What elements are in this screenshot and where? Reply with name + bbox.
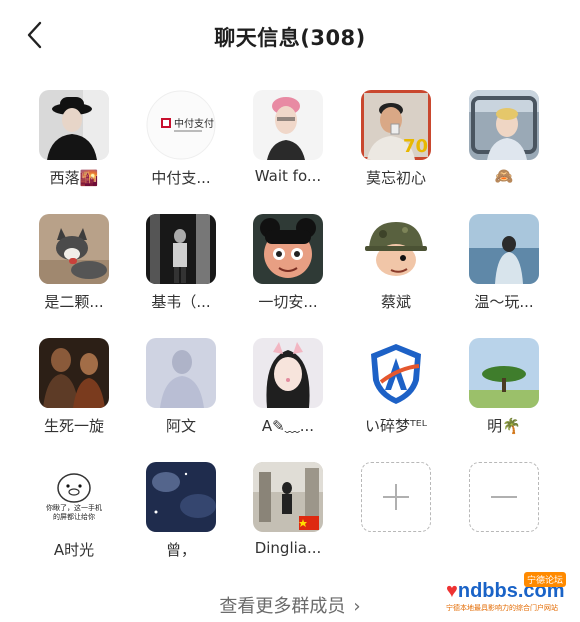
member-name: 莫忘初心 bbox=[365, 169, 426, 187]
member-item[interactable]: 明🌴 bbox=[468, 338, 540, 436]
zhongfu-text: 中付支付 bbox=[174, 117, 214, 130]
member-item[interactable]: Wait fo... bbox=[252, 90, 324, 185]
member-item[interactable]: 中付支付 中付支... bbox=[145, 90, 217, 188]
minus-icon[interactable] bbox=[469, 462, 539, 532]
member-name: い碎梦ᵀᴱᴸ bbox=[365, 417, 427, 435]
member-name: 基韦（... bbox=[151, 293, 211, 311]
member-name: Wait fo... bbox=[254, 167, 322, 185]
member-item[interactable]: Dinglia... bbox=[252, 462, 324, 557]
avatar-zhongfu-logo: 中付支付 bbox=[146, 90, 216, 160]
member-item[interactable]: 70 莫忘初心 bbox=[360, 90, 432, 188]
member-item[interactable]: 西落🌇 bbox=[38, 90, 110, 188]
member-name: 蔡斌 bbox=[380, 293, 411, 311]
member-name: 是二颗... bbox=[44, 293, 104, 311]
view-more-label: 查看更多群成员 bbox=[219, 596, 346, 617]
avatar-warriors bbox=[39, 338, 109, 408]
member-item[interactable]: 阿文 bbox=[145, 338, 217, 436]
member-name: 明🌴 bbox=[487, 417, 521, 435]
avatar-street-photo bbox=[146, 214, 216, 284]
plus-icon[interactable] bbox=[361, 462, 431, 532]
avatar-man-70: 70 bbox=[361, 90, 431, 160]
chevron-right-icon: › bbox=[353, 596, 361, 617]
seventy-text: 70 bbox=[403, 136, 428, 157]
member-name: A时光 bbox=[53, 541, 95, 559]
avatar-cartoon-girl bbox=[253, 214, 323, 284]
heart-icon: ♥ bbox=[446, 580, 458, 602]
page-title: 聊天信息(308) bbox=[214, 26, 366, 50]
add-member-button[interactable] bbox=[360, 462, 432, 532]
avatar-hat-man bbox=[39, 90, 109, 160]
member-name: 生死一旋 bbox=[43, 417, 104, 435]
avatar-soldier-cartoon bbox=[361, 214, 431, 284]
member-item[interactable]: 基韦（... bbox=[145, 214, 217, 312]
avatar-shield-logo bbox=[361, 338, 431, 408]
member-item[interactable]: い碎梦ᵀᴱᴸ bbox=[360, 338, 432, 436]
avatar-husky-dog bbox=[39, 214, 109, 284]
member-item[interactable]: 蔡斌 bbox=[360, 214, 432, 312]
member-name: 一切安... bbox=[258, 293, 318, 311]
member-item[interactable]: 温～玩... bbox=[468, 214, 540, 312]
member-item[interactable]: 一切安... bbox=[252, 214, 324, 312]
member-item[interactable]: 🙈 bbox=[468, 90, 540, 185]
member-name: A✎﹏... bbox=[261, 417, 315, 435]
member-name: Dinglia... bbox=[254, 539, 322, 557]
member-name: 阿文 bbox=[165, 417, 196, 435]
avatar-tree-landscape bbox=[469, 338, 539, 408]
member-item[interactable]: 曾， bbox=[145, 462, 217, 560]
avatar-pig-meme: 你瞅了，这一手机的屏都让给你 bbox=[39, 462, 109, 532]
pig-meme-text: 你瞅了，这一手机的屏都让给你 bbox=[46, 504, 102, 521]
member-name: 曾， bbox=[165, 541, 196, 559]
watermark-tag: 宁德论坛 bbox=[523, 572, 566, 587]
member-name: 中付支... bbox=[151, 169, 211, 187]
member-name: 温～玩... bbox=[474, 293, 534, 311]
avatar-blurry-person bbox=[146, 338, 216, 408]
avatar-cat-filter-girl bbox=[253, 338, 323, 408]
watermark-sub: 宁德本地最具影响力的综合门户网站 bbox=[446, 604, 558, 612]
member-item[interactable]: 你瞅了，这一手机的屏都让给你 A时光 bbox=[38, 462, 110, 560]
member-name: 🙈 bbox=[494, 167, 514, 185]
member-grid: 西落🌇 中付支付 中付支... Wait fo... 70 莫忘初心 🙈 是二颗… bbox=[38, 90, 540, 559]
avatar-pink-hair bbox=[253, 90, 323, 160]
member-item[interactable]: 生死一旋 bbox=[38, 338, 110, 436]
member-item[interactable]: 是二颗... bbox=[38, 214, 110, 312]
remove-member-button[interactable] bbox=[468, 462, 540, 532]
avatar-sea-view bbox=[469, 214, 539, 284]
member-name: 西落🌇 bbox=[49, 169, 99, 187]
avatar-night-sky bbox=[146, 462, 216, 532]
top-bar: 聊天信息(308) bbox=[0, 0, 580, 70]
avatar-street-cn-flag bbox=[253, 462, 323, 532]
avatar-car-man bbox=[469, 90, 539, 160]
watermark: 宁德论坛 ♥ndbbs.com 宁德本地最具影响力的综合门户网站 bbox=[446, 572, 566, 612]
member-item[interactable]: A✎﹏... bbox=[252, 338, 324, 436]
